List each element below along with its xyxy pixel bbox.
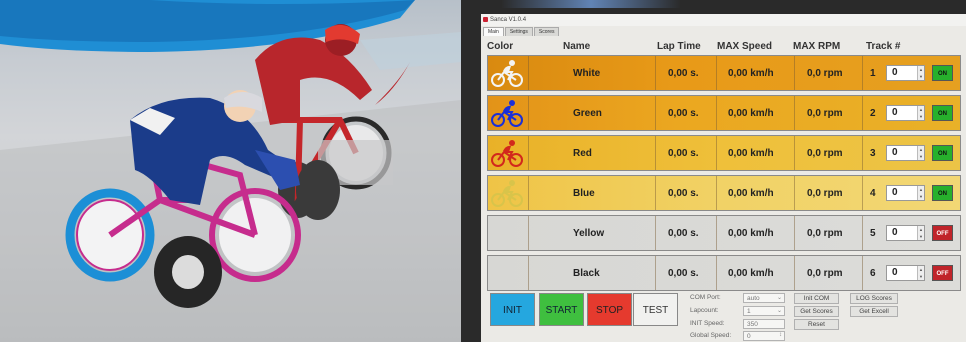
window-titlebar: Sanca V1.0.4: [481, 14, 966, 26]
chevron-down-icon: ⌄: [776, 295, 782, 301]
racer-row: Blue 0,00 s. 0,00 km/h 0,0 rpm 4 0 ▲ ▼ ON: [487, 175, 961, 211]
max-speed-value: 0,00 km/h: [728, 228, 774, 239]
cyclist-icon: [490, 178, 524, 208]
chevron-down-icon: ⌄: [776, 308, 782, 314]
app-icon: [483, 17, 488, 22]
stepper-arrows-icon[interactable]: ▲ ▼: [917, 66, 924, 80]
track-number: 2: [870, 108, 876, 119]
racer-row: Red 0,00 s. 0,00 km/h 0,0 rpm 3 0 ▲ ▼ ON: [487, 135, 961, 171]
tab-scores[interactable]: Scores: [533, 27, 560, 36]
init-speed-label: INIT Speed:: [690, 320, 725, 327]
cyclist-figurines-photo: [0, 0, 461, 342]
column-header-max-rpm: MAX RPM: [793, 41, 841, 52]
track-value-stepper[interactable]: 0 ▲ ▼: [886, 185, 925, 201]
com-port-label: COM Port:: [690, 294, 721, 301]
lap-time-value: 0,00 s.: [668, 268, 699, 279]
racer-name: Blue: [573, 188, 595, 199]
screen-reflection: [501, 0, 681, 8]
stop-button[interactable]: STOP: [587, 293, 632, 326]
track-number: 5: [870, 228, 876, 239]
track-number: 4: [870, 188, 876, 199]
column-header-lap-time: Lap Time: [657, 41, 701, 52]
com-port-select[interactable]: auto ⌄: [743, 293, 785, 303]
photo-illustration: [0, 0, 461, 342]
stepper-icon: ↕: [779, 332, 782, 338]
lap-time-value: 0,00 s.: [668, 108, 699, 119]
max-speed-value: 0,00 km/h: [728, 108, 774, 119]
init-speed-input[interactable]: 350: [743, 319, 785, 329]
max-speed-value: 0,00 km/h: [728, 188, 774, 199]
racer-name: Red: [573, 148, 592, 159]
tab-main[interactable]: Main: [483, 27, 504, 36]
max-speed-value: 0,00 km/h: [728, 148, 774, 159]
max-rpm-value: 0,0 rpm: [807, 228, 843, 239]
cyclist-icon: [490, 218, 524, 248]
track-value-stepper[interactable]: 0 ▲ ▼: [886, 265, 925, 281]
track-value-stepper[interactable]: 0 ▲ ▼: [886, 105, 925, 121]
cyclist-icon: [490, 258, 524, 288]
track-value-stepper[interactable]: 0 ▲ ▼: [886, 225, 925, 241]
log-scores-button[interactable]: LOG Scores: [850, 293, 898, 304]
stepper-arrows-icon[interactable]: ▲ ▼: [917, 266, 924, 280]
get-excel-button[interactable]: Get Excell: [850, 306, 898, 317]
init-button[interactable]: INIT: [490, 293, 535, 326]
global-speed-label: Global Speed:: [690, 332, 732, 339]
lap-time-value: 0,00 s.: [668, 188, 699, 199]
cyclist-icon: [490, 98, 524, 128]
max-rpm-value: 0,0 rpm: [807, 188, 843, 199]
racer-row: White 0,00 s. 0,00 km/h 0,0 rpm 1 0 ▲ ▼ ON: [487, 55, 961, 91]
stepper-arrows-icon[interactable]: ▲ ▼: [917, 106, 924, 120]
track-value-stepper[interactable]: 0 ▲ ▼: [886, 145, 925, 161]
track-toggle-button[interactable]: OFF: [932, 225, 953, 241]
start-button[interactable]: START: [539, 293, 584, 326]
track-number: 1: [870, 68, 876, 79]
init-com-button[interactable]: Init COM: [794, 293, 839, 304]
stepper-arrows-icon[interactable]: ▲ ▼: [917, 146, 924, 160]
track-toggle-button[interactable]: OFF: [932, 265, 953, 281]
racer-name: Yellow: [573, 228, 605, 239]
lapcount-label: Lapcount:: [690, 307, 719, 314]
max-speed-value: 0,00 km/h: [728, 68, 774, 79]
column-header-track: Track #: [866, 41, 901, 52]
racer-name: Black: [573, 268, 600, 279]
racer-row: Black 0,00 s. 0,00 km/h 0,0 rpm 6 0 ▲ ▼ OF…: [487, 255, 961, 291]
cyclist-icon: [490, 138, 524, 168]
column-header-max-speed: MAX Speed: [717, 41, 773, 52]
window-title: Sanca V1.0.4: [490, 17, 527, 23]
monitor-screen: Sanca V1.0.4 Main Settings Scores Color …: [461, 0, 966, 342]
track-toggle-button[interactable]: ON: [932, 185, 953, 201]
lap-time-value: 0,00 s.: [668, 68, 699, 79]
track-toggle-button[interactable]: ON: [932, 145, 953, 161]
stepper-arrows-icon[interactable]: ▲ ▼: [917, 186, 924, 200]
tab-settings[interactable]: Settings: [504, 27, 533, 36]
column-header-color: Color: [487, 41, 514, 52]
global-speed-input[interactable]: 0 ↕: [743, 331, 785, 341]
track-toggle-button[interactable]: ON: [932, 65, 953, 81]
track-value-stepper[interactable]: 0 ▲ ▼: [886, 65, 925, 81]
max-rpm-value: 0,0 rpm: [807, 68, 843, 79]
racer-row: Yellow 0,00 s. 0,00 km/h 0,0 rpm 5 0 ▲ ▼ O…: [487, 215, 961, 251]
stepper-arrows-icon[interactable]: ▲ ▼: [917, 226, 924, 240]
racer-row: Green 0,00 s. 0,00 km/h 0,0 rpm 2 0 ▲ ▼ ON: [487, 95, 961, 131]
racer-name: White: [573, 68, 601, 79]
racer-name: Green: [573, 108, 602, 119]
max-rpm-value: 0,0 rpm: [807, 108, 843, 119]
track-number: 3: [870, 148, 876, 159]
sanca-app-window: Sanca V1.0.4 Main Settings Scores Color …: [481, 14, 966, 342]
max-speed-value: 0,00 km/h: [728, 268, 774, 279]
get-scores-button[interactable]: Get Scores: [794, 306, 839, 317]
cyclist-icon: [490, 58, 524, 88]
lap-time-value: 0,00 s.: [668, 228, 699, 239]
lap-time-value: 0,00 s.: [668, 148, 699, 159]
max-rpm-value: 0,0 rpm: [807, 268, 843, 279]
max-rpm-value: 0,0 rpm: [807, 148, 843, 159]
test-button[interactable]: TEST: [633, 293, 678, 326]
lapcount-select[interactable]: 1 ⌄: [743, 306, 785, 316]
track-number: 6: [870, 268, 876, 279]
reset-button[interactable]: Reset: [794, 319, 839, 330]
column-header-name: Name: [563, 41, 591, 52]
track-toggle-button[interactable]: ON: [932, 105, 953, 121]
tab-bar: Main Settings Scores: [483, 27, 560, 36]
